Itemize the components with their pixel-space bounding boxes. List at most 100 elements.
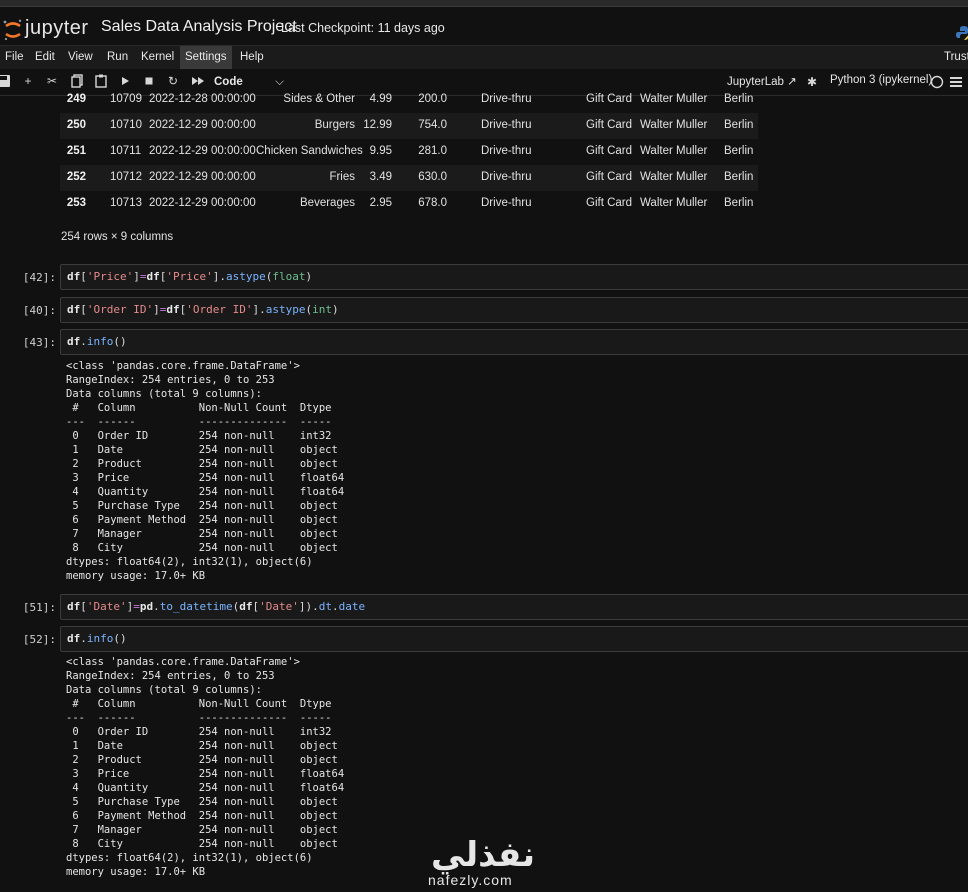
- table-cell: Sides & Other: [283, 93, 355, 105]
- row-index: 250: [66, 119, 86, 131]
- jupyter-logo[interactable]: jupyter: [3, 17, 103, 43]
- table-cell: Walter Muller: [640, 145, 708, 157]
- table-cell: Burgers: [314, 119, 355, 131]
- table-cell: Gift Card: [586, 93, 633, 105]
- table-cell: 10712: [110, 171, 142, 183]
- table-cell: Gift Card: [586, 145, 633, 157]
- external-link-icon: ↗: [787, 76, 797, 88]
- jupyter-logo-icon: [3, 19, 22, 41]
- notebook-title[interactable]: Sales Data Analysis Project: [101, 18, 297, 36]
- table-cell: 2022-12-29 00:00:00: [149, 119, 256, 131]
- checkpoint-status: Last Checkpoint: 11 days ago: [281, 21, 445, 35]
- kernel-status-icon: [930, 75, 944, 89]
- table-cell: 678.0: [418, 197, 447, 209]
- table-row: 253 10713 2022-12-29 00:00:00 Beverages 2.95…: [60, 191, 758, 217]
- table-cell: 10711: [110, 145, 142, 157]
- code-text: df['Order ID']=df['Order ID'].astype(int…: [67, 303, 339, 316]
- table-cell: Berlin: [724, 93, 754, 105]
- table-cell: Walter Muller: [640, 119, 708, 131]
- table-cell: Chicken Sandwiches: [256, 145, 363, 157]
- cell-prompt: [40]:: [22, 304, 56, 317]
- cell-prompt: [43]:: [22, 336, 56, 349]
- trusted-indicator[interactable]: Trusted: [944, 46, 968, 69]
- code-text: df['Price']=df['Price'].astype(float): [67, 270, 313, 283]
- table-row: 251 10711 2022-12-29 00:00:00 Chicken Sandw…: [60, 139, 758, 165]
- table-cell: Berlin: [724, 145, 754, 157]
- table-cell: 2022-12-28 00:00:00: [149, 93, 256, 105]
- menu-edit[interactable]: Edit: [30, 46, 60, 69]
- table-cell: 4.99: [369, 93, 392, 105]
- table-row: 249 10709 2022-12-28 00:00:00 Sides & Other…: [60, 87, 758, 113]
- menu-run[interactable]: Run: [102, 46, 133, 69]
- table-cell: 3.49: [369, 171, 392, 183]
- menu-bar: File Edit View Run Kernel Settings Help …: [0, 45, 968, 70]
- cell-output: <class 'pandas.core.frame.DataFrame'> Ra…: [66, 656, 345, 878]
- table-cell: Drive-thru: [481, 145, 532, 157]
- table-row: 250 10710 2022-12-29 00:00:00 Burgers 12.99 7…: [60, 113, 758, 139]
- table-cell: 2.95: [369, 197, 392, 209]
- kernel-name[interactable]: Python 3 (ipykernel): [830, 74, 932, 86]
- code-cell-input[interactable]: df.info(): [60, 329, 968, 355]
- menu-view[interactable]: View: [63, 46, 98, 69]
- window-top-strip: [0, 0, 968, 7]
- table-cell: Gift Card: [586, 197, 633, 209]
- python-logo-icon: [956, 26, 968, 40]
- row-index: 251: [66, 145, 86, 157]
- table-cell: Drive-thru: [481, 171, 532, 183]
- cell-output: <class 'pandas.core.frame.DataFrame'> Ra…: [66, 360, 345, 582]
- open-jupyterlab-link[interactable]: JupyterLab ↗: [727, 74, 797, 88]
- add-cell-icon[interactable]: +: [20, 73, 36, 89]
- code-cell-input[interactable]: df['Price']=df['Price'].astype(float): [60, 264, 968, 290]
- svg-text:نفذلي: نفذلي: [431, 835, 535, 875]
- row-index: 252: [66, 171, 86, 183]
- table-cell: Gift Card: [586, 119, 633, 131]
- table-cell: Drive-thru: [481, 119, 532, 131]
- table-cell: 281.0: [418, 145, 447, 157]
- code-cell-input[interactable]: df['Order ID']=df['Order ID'].astype(int…: [60, 297, 968, 323]
- table-cell: 200.0: [418, 93, 447, 105]
- cell-prompt: [52]:: [22, 633, 56, 646]
- table-cell: Berlin: [724, 119, 754, 131]
- table-cell: 12.99: [363, 119, 392, 131]
- menu-help[interactable]: Help: [235, 46, 269, 69]
- table-cell: 10710: [110, 119, 142, 131]
- cell-prompt: [51]:: [22, 601, 56, 614]
- jupyter-wordmark: jupyter: [25, 17, 89, 39]
- notebook-header: jupyter Sales Data Analysis Project Last…: [0, 7, 968, 43]
- table-row: 252 10712 2022-12-29 00:00:00 Fries 3.49 630.…: [60, 165, 758, 191]
- row-index: 249: [66, 93, 86, 105]
- table-cell: 630.0: [418, 171, 447, 183]
- code-text: df.info(): [67, 335, 127, 348]
- cut-icon[interactable]: ✂: [44, 73, 60, 89]
- menu-file[interactable]: File: [0, 46, 29, 69]
- table-cell: Drive-thru: [481, 93, 532, 105]
- table-cell: 754.0: [418, 119, 447, 131]
- table-cell: Berlin: [724, 171, 754, 183]
- code-cell-input[interactable]: df.info(): [60, 626, 968, 652]
- dataframe-shape: 254 rows × 9 columns: [61, 231, 174, 243]
- menu-settings[interactable]: Settings: [180, 46, 232, 69]
- table-cell: 10709: [110, 93, 142, 105]
- table-cell: Walter Muller: [640, 171, 708, 183]
- table-cell: Beverages: [300, 197, 355, 209]
- save-icon[interactable]: [0, 73, 12, 89]
- menu-kernel[interactable]: Kernel: [136, 46, 179, 69]
- table-cell: Gift Card: [586, 171, 633, 183]
- table-cell: 10713: [110, 197, 142, 209]
- nafezly-url: nafezly.com: [428, 872, 513, 888]
- table-cell: 2022-12-29 00:00:00: [149, 145, 256, 157]
- table-cell: 9.95: [369, 145, 392, 157]
- table-cell: Walter Muller: [640, 197, 708, 209]
- row-index: 253: [66, 197, 86, 209]
- table-cell: 2022-12-29 00:00:00: [149, 197, 256, 209]
- menu-icon[interactable]: [948, 74, 964, 90]
- table-cell: Drive-thru: [481, 197, 532, 209]
- table-cell: Berlin: [724, 197, 754, 209]
- table-cell: 2022-12-29 00:00:00: [149, 171, 256, 183]
- code-cell-input[interactable]: df['Date']=pd.to_datetime(df['Date']).dt…: [60, 594, 968, 620]
- code-text: df.info(): [67, 632, 127, 645]
- settings-gear-icon[interactable]: ✱: [804, 74, 820, 90]
- cell-prompt: [42]:: [22, 271, 56, 284]
- table-cell: Walter Muller: [640, 93, 708, 105]
- table-cell: Fries: [329, 171, 355, 183]
